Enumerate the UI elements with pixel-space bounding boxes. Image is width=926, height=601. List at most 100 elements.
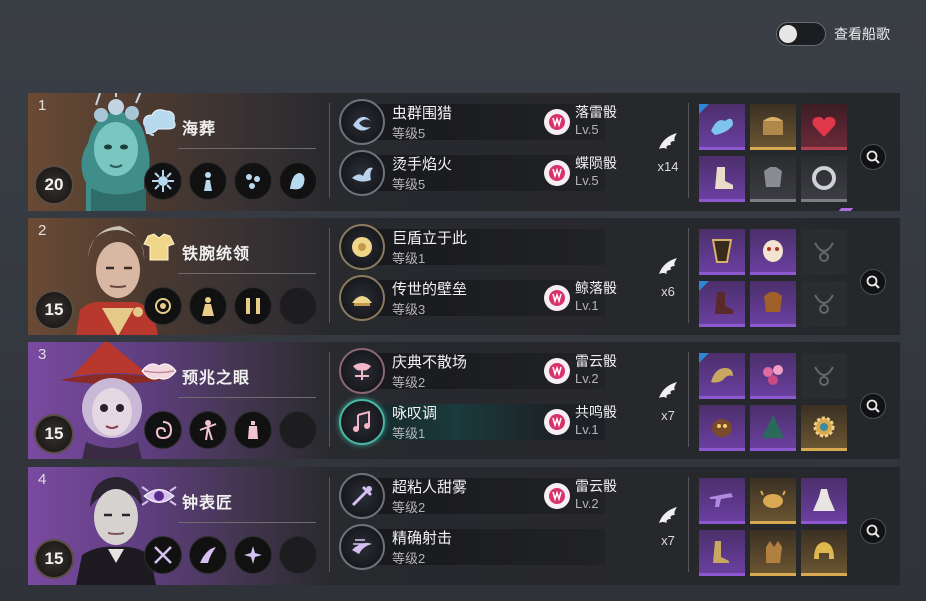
- trait-burst-icon[interactable]: [144, 162, 182, 200]
- skill-name: 巨盾立于此: [392, 230, 468, 247]
- character-row: 1 20 海葬 虫群围猎 等级5 落雷骰 Lv.5 烫手焰火 等级5 蝶陨骰 L…: [28, 93, 900, 211]
- dice-name: 蝶陨骰: [575, 155, 617, 171]
- item-grid: [699, 353, 847, 451]
- skill-slot[interactable]: 传世的壁垒 等级3 鲸落骰 Lv.1: [339, 275, 617, 321]
- trait-list: [144, 287, 317, 325]
- item-grid: [699, 478, 847, 576]
- view-ship-song-toggle[interactable]: 查看船歌: [776, 22, 890, 46]
- item-slot-empty-necklace[interactable]: [801, 229, 847, 275]
- skill-name: 庆典不散场: [392, 354, 468, 371]
- column-divider: [688, 103, 689, 198]
- trait-star-icon[interactable]: [234, 536, 272, 574]
- item-slot-gloves[interactable]: [750, 530, 796, 576]
- item-slot-gear[interactable]: [801, 405, 847, 451]
- trait-pillars-icon[interactable]: [234, 287, 272, 325]
- skill-slot[interactable]: 烫手焰火 等级5 蝶陨骰 Lv.5: [339, 150, 617, 196]
- item-slot-crab[interactable]: [750, 478, 796, 524]
- hot-firework-icon: [339, 150, 385, 196]
- item-slot-dragon[interactable]: [699, 353, 745, 399]
- dice-level: Lv.2: [575, 371, 599, 386]
- rank-number: 3: [38, 346, 47, 363]
- dice-icon: [544, 160, 570, 186]
- item-slot-creature[interactable]: [699, 405, 745, 451]
- item-slot-empty-necklace[interactable]: [801, 281, 847, 327]
- dice-level: Lv.5: [575, 122, 599, 137]
- column-divider: [329, 103, 330, 198]
- wing-icon: [659, 133, 677, 149]
- trait-figure-icon[interactable]: [189, 162, 227, 200]
- wing-icon: [659, 507, 677, 523]
- skill-level: 等级5: [392, 126, 426, 141]
- item-slot-gun[interactable]: [699, 478, 745, 524]
- skill-level: 等级1: [392, 426, 426, 441]
- item-slot-empty-necklace[interactable]: [801, 353, 847, 399]
- trait-dancer-icon[interactable]: [189, 411, 227, 449]
- trait-bottle-icon[interactable]: [234, 411, 272, 449]
- skill-slot[interactable]: 虫群围猎 等级5 落雷骰 Lv.5: [339, 99, 617, 145]
- name-underline: [178, 522, 316, 523]
- magnify-icon[interactable]: [860, 393, 886, 419]
- skill-slot[interactable]: 巨盾立于此 等级1: [339, 224, 605, 270]
- character-level-badge: 15: [34, 290, 74, 330]
- wing-icon: [659, 382, 677, 398]
- magnify-icon[interactable]: [860, 144, 886, 170]
- character-row: 2 15 铁腕统领 巨盾立于此 等级1 传世的壁垒 等级3 鲸落骰 Lv.1 x…: [28, 218, 900, 335]
- item-slot-ring[interactable]: [801, 156, 847, 202]
- role-name: 海葬: [182, 121, 217, 138]
- skill-slot[interactable]: 超粘人甜雾 等级2 雷云骰 Lv.2: [339, 473, 617, 519]
- count-value: x7: [661, 533, 675, 548]
- trait-list: [144, 536, 317, 574]
- item-slot-gown[interactable]: [801, 478, 847, 524]
- trait-empty-slot[interactable]: [279, 411, 317, 449]
- item-slot-cape[interactable]: [699, 229, 745, 275]
- magnify-icon[interactable]: [860, 518, 886, 544]
- item-slot-helmet[interactable]: [801, 530, 847, 576]
- character-row: 3 15 预兆之眼 庆典不散场 等级2 雷云骰 Lv.2 咏叹调 等级1 共鸣骰…: [28, 342, 900, 459]
- skill-name: 超粘人甜雾: [392, 479, 468, 496]
- trait-list: [144, 162, 317, 200]
- item-slot-armor[interactable]: [750, 281, 796, 327]
- trait-slash-icon[interactable]: [189, 536, 227, 574]
- character-level-badge: 15: [34, 414, 74, 454]
- toggle-switch[interactable]: [776, 22, 826, 46]
- item-grid: [699, 229, 847, 327]
- count-value: x6: [661, 284, 675, 299]
- dice-icon: [544, 409, 570, 435]
- item-slot-chest[interactable]: [750, 104, 796, 150]
- trait-swirl-icon[interactable]: [144, 411, 182, 449]
- skill-name: 烫手焰火: [392, 156, 453, 173]
- dice-icon: [544, 109, 570, 135]
- trait-sun-icon[interactable]: [144, 287, 182, 325]
- cloud-tentacle-icon: [140, 107, 178, 137]
- trait-empty-slot[interactable]: [279, 536, 317, 574]
- item-slot-mask[interactable]: [750, 229, 796, 275]
- skill-name: 精确射击: [392, 530, 453, 547]
- skill-level: 等级2: [392, 551, 426, 566]
- item-slot-bird[interactable]: [699, 104, 745, 150]
- skill-slot[interactable]: 精确射击 等级2: [339, 524, 605, 570]
- item-grid: [699, 104, 847, 202]
- item-slot-armor[interactable]: [750, 156, 796, 202]
- count-value: x7: [661, 408, 675, 423]
- dice-name: 雷云骰: [575, 478, 617, 494]
- item-slot-boot[interactable]: [699, 156, 745, 202]
- trait-empty-slot[interactable]: [279, 287, 317, 325]
- skill-slot[interactable]: 庆典不散场 等级2 雷云骰 Lv.2: [339, 348, 617, 394]
- item-slot-flowers[interactable]: [750, 353, 796, 399]
- magnify-icon[interactable]: [860, 269, 886, 295]
- trait-crossed-swords-icon[interactable]: [144, 536, 182, 574]
- role-name: 钟表匠: [182, 495, 234, 512]
- dice-name: 鲸落骰: [575, 280, 617, 296]
- item-slot-boot[interactable]: [699, 281, 745, 327]
- dice-name: 落雷骰: [575, 104, 617, 120]
- item-slot-heart[interactable]: [801, 104, 847, 150]
- trait-swarm-icon[interactable]: [234, 162, 272, 200]
- eye-burst-icon: [140, 481, 178, 511]
- row-corner-accent: [838, 208, 854, 211]
- item-slot-boots[interactable]: [699, 530, 745, 576]
- skill-slot[interactable]: 咏叹调 等级1 共鸣骰 Lv.1: [339, 399, 617, 445]
- toggle-knob: [779, 25, 797, 43]
- item-slot-cloak[interactable]: [750, 405, 796, 451]
- trait-warrior-icon[interactable]: [189, 287, 227, 325]
- trait-spirit-icon[interactable]: [279, 162, 317, 200]
